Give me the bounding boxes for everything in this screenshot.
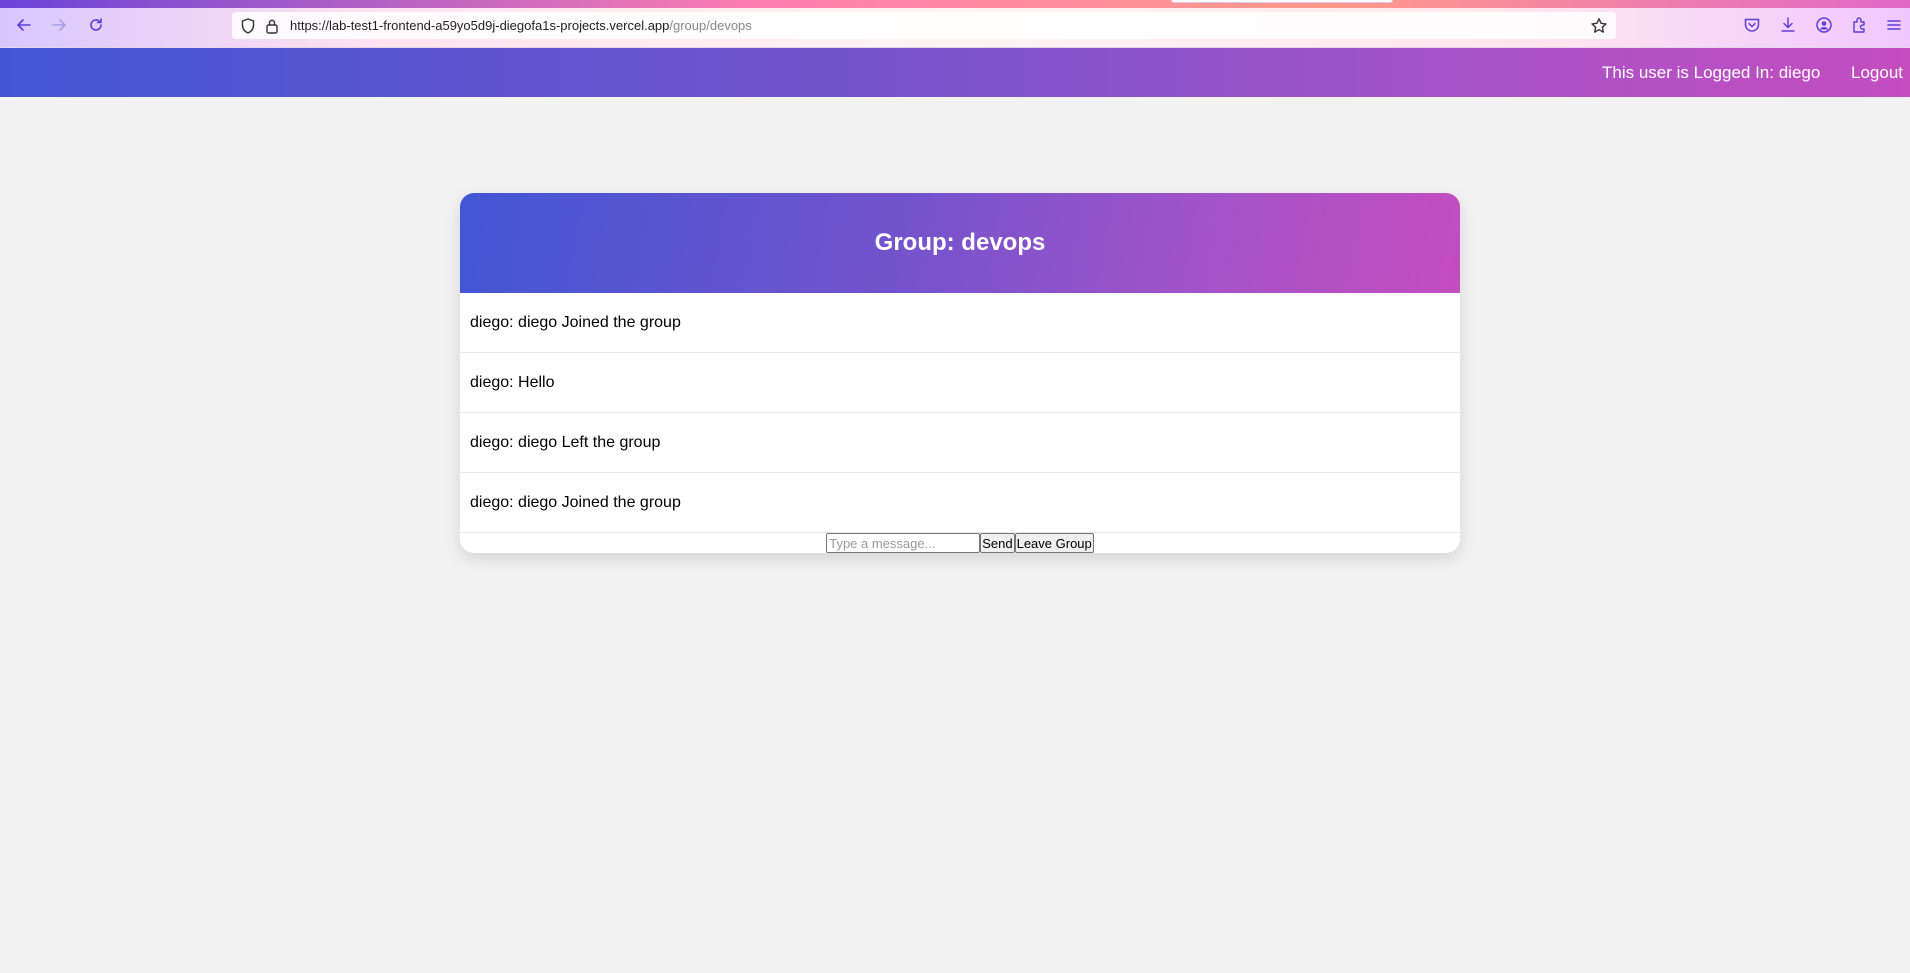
- lock-icon[interactable]: [264, 18, 280, 34]
- url-host: https://lab-test1-frontend-a59yo5d9j-die…: [290, 18, 670, 33]
- app-navbar: This user is Logged In: diego Logout: [0, 48, 1910, 97]
- group-chat-card: Group: devops diego: diego Joined the gr…: [460, 193, 1460, 553]
- group-title: Group: devops: [874, 229, 1046, 256]
- logged-in-status: This user is Logged In: diego: [1602, 63, 1821, 82]
- leave-group-button[interactable]: Leave Group: [1014, 533, 1094, 553]
- url-path: /group/devops: [669, 18, 752, 33]
- address-bar[interactable]: https://lab-test1-frontend-a59yo5d9j-die…: [232, 12, 1616, 39]
- reload-icon[interactable]: [85, 14, 107, 36]
- back-arrow-icon[interactable]: [13, 14, 35, 36]
- logout-link[interactable]: Logout: [1851, 63, 1903, 83]
- download-icon[interactable]: [1779, 16, 1797, 34]
- message-item: diego: diego Joined the group: [460, 293, 1460, 353]
- menu-icon[interactable]: [1885, 16, 1903, 34]
- extensions-icon[interactable]: [1851, 16, 1869, 34]
- active-tab[interactable]: [1171, 0, 1393, 3]
- send-button[interactable]: Send: [980, 533, 1015, 553]
- shield-icon[interactable]: [240, 17, 256, 34]
- forward-arrow-icon[interactable]: [48, 14, 70, 36]
- message-input[interactable]: [826, 533, 981, 553]
- url-text[interactable]: https://lab-test1-frontend-a59yo5d9j-die…: [290, 18, 752, 33]
- tab-strip: [0, 0, 1910, 8]
- message-item: diego: diego Left the group: [460, 413, 1460, 473]
- account-icon[interactable]: [1815, 16, 1833, 34]
- pocket-icon[interactable]: [1743, 16, 1761, 34]
- message-list: diego: diego Joined the group diego: Hel…: [460, 293, 1460, 533]
- bookmark-star-icon[interactable]: [1590, 17, 1608, 35]
- browser-toolbar: https://lab-test1-frontend-a59yo5d9j-die…: [0, 0, 1910, 48]
- message-item: diego: diego Joined the group: [460, 473, 1460, 533]
- message-item: diego: Hello: [460, 353, 1460, 413]
- message-composer: Send Leave Group: [460, 533, 1460, 553]
- group-header: Group: devops: [460, 193, 1460, 293]
